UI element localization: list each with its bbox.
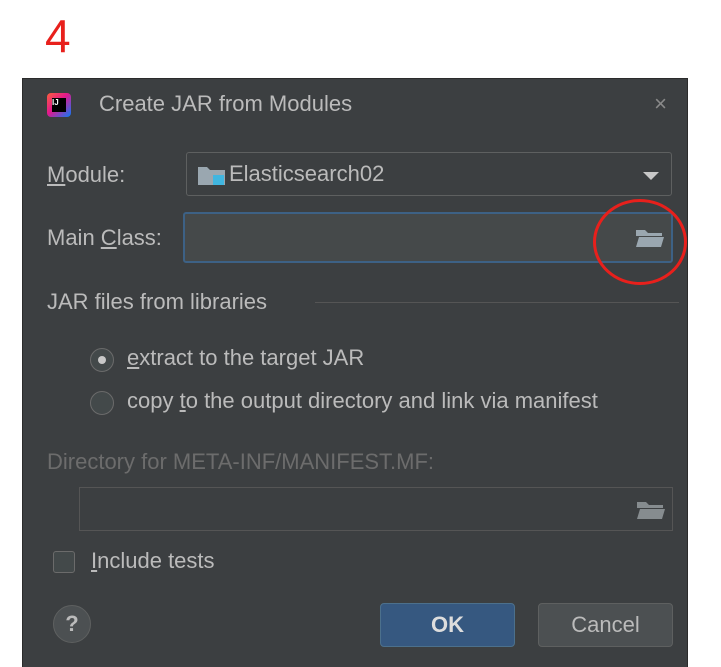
extract-radio-label[interactable]: extract to the target JAR: [127, 345, 364, 371]
main-class-label-after: lass:: [116, 225, 162, 250]
module-value: Elasticsearch02: [229, 161, 385, 186]
module-label-mnemonic: M: [47, 162, 66, 187]
copy-label-after: o the output directory and link via mani…: [185, 388, 598, 413]
copy-radio[interactable]: [90, 391, 114, 415]
libraries-section-title: JAR files from libraries: [47, 289, 268, 314]
cancel-button[interactable]: Cancel: [538, 603, 673, 647]
module-label: Module:: [47, 162, 125, 188]
folder-open-icon[interactable]: [635, 228, 665, 248]
manifest-directory-label: Directory for META-INF/MANIFEST.MF:: [47, 449, 435, 474]
manifest-directory-input: [79, 487, 673, 531]
main-class-label-mnemonic: C: [100, 225, 117, 250]
include-tests-checkbox[interactable]: [53, 551, 75, 573]
close-icon[interactable]: ×: [654, 91, 667, 117]
main-class-label-before: Main: [47, 225, 101, 250]
step-number-annotation: 4: [45, 10, 71, 62]
chevron-down-icon: [643, 172, 659, 180]
extract-radio[interactable]: [90, 348, 114, 372]
dialog-title: Create JAR from Modules: [99, 91, 353, 116]
ok-button[interactable]: OK: [380, 603, 515, 647]
main-class-label: Main Class:: [47, 225, 162, 251]
module-folder-icon: [198, 167, 225, 185]
copy-label-before: copy: [127, 388, 180, 413]
include-tests-label[interactable]: Include tests: [91, 548, 215, 574]
extract-mnemonic: e: [127, 345, 140, 370]
include-tests-label-rest: nclude tests: [97, 548, 215, 573]
module-dropdown[interactable]: Elasticsearch02: [186, 152, 672, 196]
folder-open-icon: [637, 502, 665, 519]
module-label-rest: odule:: [65, 162, 126, 187]
help-button[interactable]: ?: [53, 605, 91, 643]
dialog-title-bar: IJ Create JAR from Modules ×: [23, 79, 687, 131]
intellij-idea-icon: IJ: [47, 93, 71, 117]
app-icon-letters: IJ: [52, 98, 66, 112]
copy-radio-label[interactable]: copy to the output directory and link vi…: [127, 388, 598, 414]
extract-label-rest: xtract to the target JAR: [139, 345, 365, 370]
main-class-input[interactable]: [183, 212, 673, 263]
create-jar-dialog: IJ Create JAR from Modules × Module: Ela…: [22, 78, 688, 667]
section-divider: [315, 302, 679, 303]
